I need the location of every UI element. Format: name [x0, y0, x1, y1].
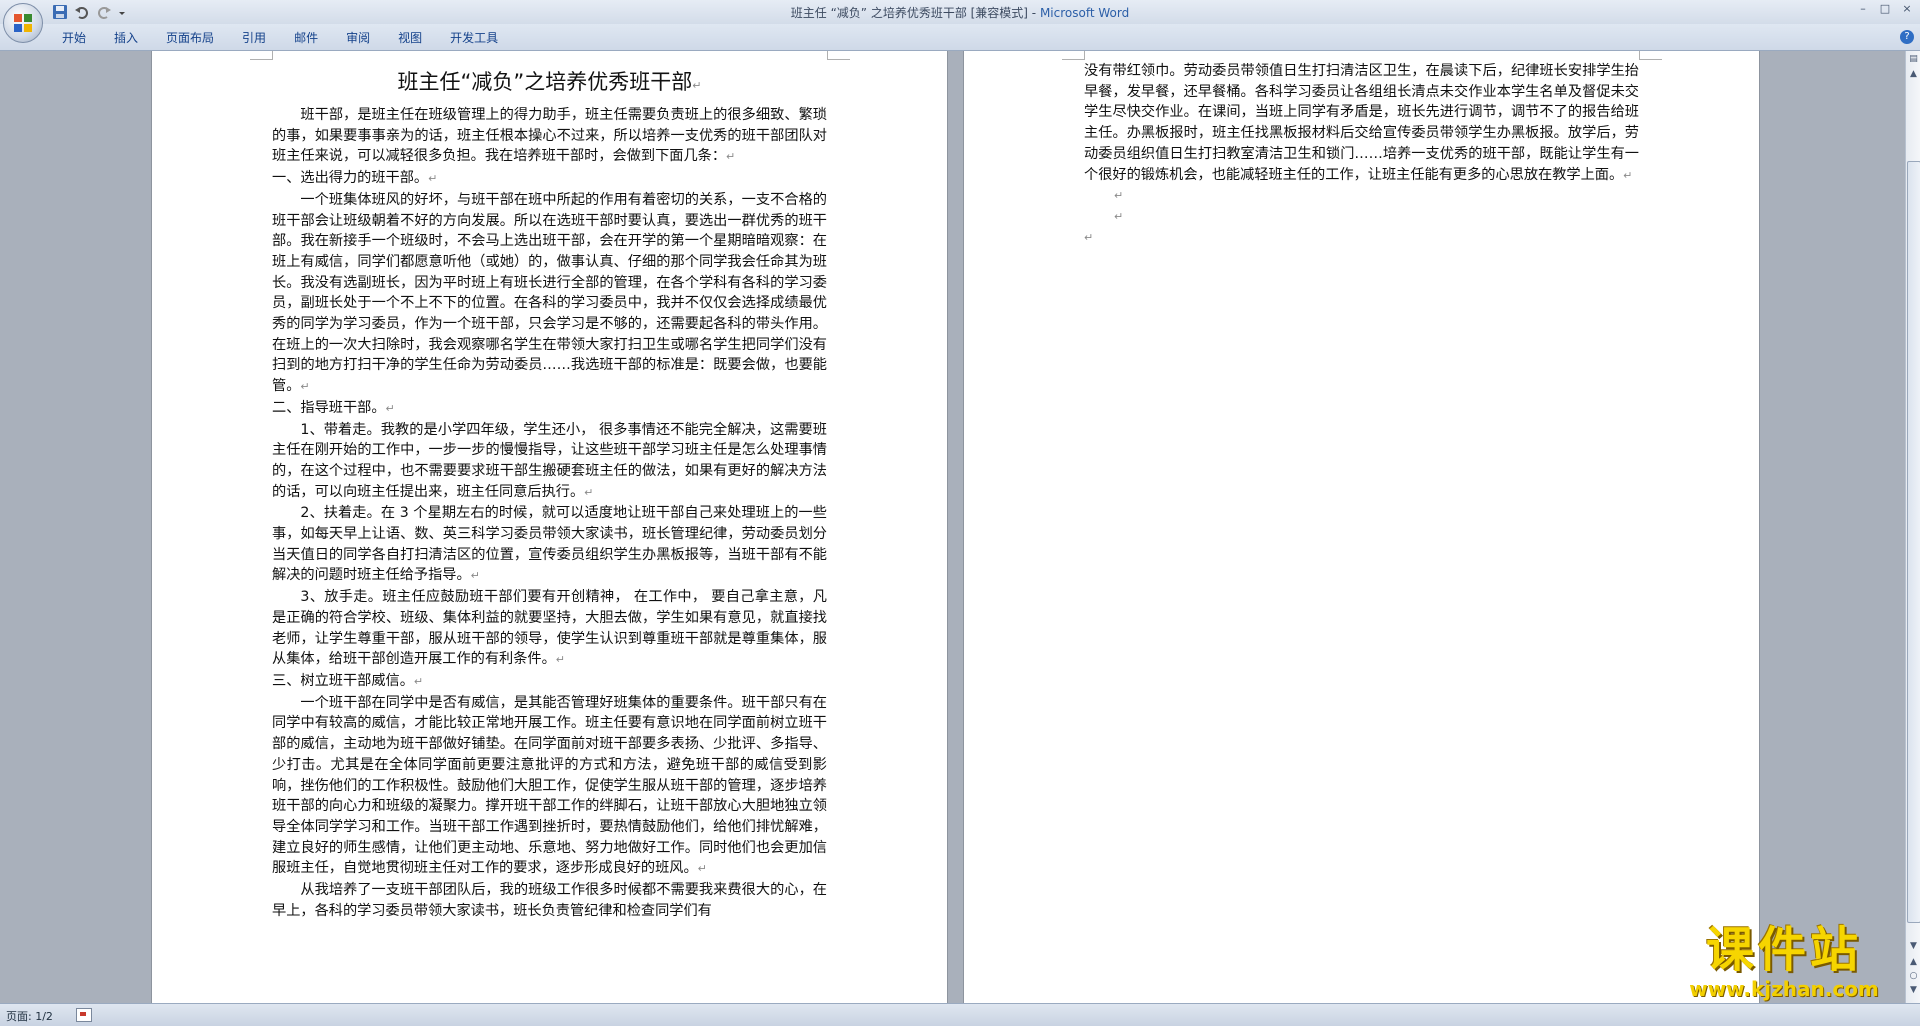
proofing-status-icon[interactable]: [76, 1008, 92, 1022]
paragraph-text: 3、放手走。班主任应鼓励班干部们要有开创精神， 在工作中， 要自己拿主意，凡是正…: [272, 589, 827, 668]
paragraph-mark: ↵: [697, 862, 707, 876]
paragraph-mark: ↵: [726, 150, 736, 164]
crop-mark: [250, 51, 273, 60]
paragraph: 一个班集体班风的好坏，与班干部在班中所起的作用有着密切的关系，一支不合格的班干部…: [272, 190, 827, 398]
paragraph: 3、放手走。班主任应鼓励班干部们要有开创精神， 在工作中， 要自己拿主意，凡是正…: [272, 587, 827, 671]
site-watermark-logo: 课件站 www.kjzhan.com: [1664, 922, 1904, 1002]
document-title-heading: 班主任“减负”之培养优秀班干部↵: [272, 65, 827, 103]
paragraph-mark: ↵: [470, 569, 480, 583]
watermark-url: www.kjzhan.com: [1689, 977, 1879, 1001]
paragraph: 班干部，是班主任在班级管理上的得力助手，班主任需要负责班上的很多细致、繁琐的事，…: [272, 105, 827, 168]
tab-page-layout[interactable]: 页面布局: [152, 29, 228, 47]
status-bar: 页面: 1/2: [0, 1003, 1920, 1026]
close-button[interactable]: ×: [1898, 2, 1916, 16]
ribbon-tab-bar: 开始 插入 页面布局 引用 邮件 审阅 视图 开发工具: [0, 24, 1920, 51]
paragraph-mark: ↵: [385, 401, 395, 415]
window-title: 班主任 “减负” 之培养优秀班干部 [兼容模式] - Microsoft Wor…: [0, 4, 1920, 21]
paragraph: 没有带红领巾。劳动委员带领值日生打扫清洁区卫生，在晨读下后，纪律班长安排学生抬早…: [1084, 61, 1639, 186]
document-area: 班主任“减负”之培养优秀班干部↵ 班干部，是班主任在班级管理上的得力助手，班主任…: [0, 51, 1905, 1003]
crop-mark: [827, 51, 850, 60]
next-page-icon[interactable]: ▼: [1908, 985, 1919, 996]
heading-text: 三、树立班干部威信。: [272, 672, 414, 689]
scroll-down-icon[interactable]: ▼: [1908, 941, 1919, 952]
help-icon[interactable]: ?: [1900, 30, 1914, 44]
paragraph-text: 2、扶着走。在 3 个星期左右的时候，就可以适度地让班干部自己来处理班上的一些事…: [272, 505, 827, 584]
section-heading: 二、指导班干部。↵: [272, 398, 827, 420]
paragraph: 从我培养了一支班干部团队后，我的班级工作很多时候都不需要我来费很大的心，在早上，…: [272, 880, 827, 921]
empty-paragraph-mark: ↵: [1114, 209, 1124, 223]
paragraph-text: 班干部，是班主任在班级管理上的得力助手，班主任需要负责班上的很多细致、繁琐的事，…: [272, 107, 827, 165]
tab-developer[interactable]: 开发工具: [436, 29, 512, 47]
section-heading: 一、选出得力的班干部。↵: [272, 168, 827, 190]
page-2-content[interactable]: 没有带红领巾。劳动委员带领值日生打扫清洁区卫生，在晨读下后，纪律班长安排学生抬早…: [1084, 61, 1639, 248]
ribbon-tabs: 开始 插入 页面布局 引用 邮件 审阅 视图 开发工具: [48, 29, 512, 47]
title-text: 班主任“减负”之培养优秀班干部: [397, 70, 693, 94]
document-title: 班主任 “减负” 之培养优秀班干部 [兼容模式] -: [790, 6, 1040, 20]
paragraph: 2、扶着走。在 3 个星期左右的时候，就可以适度地让班干部自己来处理班上的一些事…: [272, 503, 827, 587]
paragraph: 1、带着走。我教的是小学四年级，学生还小， 很多事情还不能完全解决，这需要班主任…: [272, 420, 827, 504]
previous-page-icon[interactable]: ▲: [1908, 957, 1919, 968]
paragraph-mark: ↵: [692, 79, 702, 92]
select-browse-object-icon[interactable]: ○: [1908, 971, 1919, 982]
document-page-1[interactable]: 班主任“减负”之培养优秀班干部↵ 班干部，是班主任在班级管理上的得力助手，班主任…: [152, 51, 947, 1003]
paragraph-mark: ↵: [413, 674, 424, 688]
paragraph-text: 一个班集体班风的好坏，与班干部在班中所起的作用有着密切的关系，一支不合格的班干部…: [272, 191, 827, 395]
paragraph-text: 没有带红领巾。劳动委员带领值日生打扫清洁区卫生，在晨读下后，纪律班长安排学生抬早…: [1084, 63, 1639, 183]
page-1-content[interactable]: 班主任“减负”之培养优秀班干部↵ 班干部，是班主任在班级管理上的得力助手，班主任…: [272, 65, 827, 921]
empty-paragraph-mark: ↵: [1114, 189, 1124, 203]
paragraph-mark: ↵: [584, 485, 594, 499]
page-count-indicator[interactable]: 页面: 1/2: [6, 1008, 53, 1024]
minimize-button[interactable]: –: [1854, 2, 1872, 16]
crop-mark: [1639, 51, 1662, 60]
paragraph-mark: ↵: [555, 653, 565, 667]
empty-paragraph-mark: ↵: [1084, 230, 1094, 244]
paragraph-mark: ↵: [428, 172, 438, 186]
paragraph-text: 一个班干部在同学中是否有威信，是其能否管理好班集体的重要条件。班干部只有在同学中…: [272, 694, 827, 877]
scroll-thumb[interactable]: [1907, 161, 1920, 923]
office-button[interactable]: [3, 3, 43, 43]
heading-text: 二、指导班干部。: [272, 399, 386, 416]
section-heading: 三、树立班干部威信。↵: [272, 671, 827, 693]
tab-mailings[interactable]: 邮件: [280, 29, 332, 47]
maximize-button[interactable]: □: [1876, 2, 1894, 16]
heading-text: 一、选出得力的班干部。: [272, 170, 429, 187]
paragraph-mark: ↵: [300, 380, 310, 394]
tab-review[interactable]: 审阅: [332, 29, 384, 47]
watermark-title: 课件站: [1705, 922, 1862, 978]
vertical-scrollbar[interactable]: ▤ ▲ ▼ ▲ ○ ▼: [1905, 51, 1920, 1003]
app-name: Microsoft Word: [1039, 6, 1130, 20]
window-controls: – □ ×: [1854, 2, 1916, 16]
ruler-toggle-icon[interactable]: ▤: [1908, 54, 1919, 65]
tab-references[interactable]: 引用: [228, 29, 280, 47]
title-bar: 班主任 “减负” 之培养优秀班干部 [兼容模式] - Microsoft Wor…: [0, 0, 1920, 24]
crop-mark: [1062, 51, 1085, 60]
office-logo-icon: [14, 14, 32, 32]
document-page-2[interactable]: 没有带红领巾。劳动委员带领值日生打扫清洁区卫生，在晨读下后，纪律班长安排学生抬早…: [964, 51, 1759, 1003]
paragraph: 一个班干部在同学中是否有威信，是其能否管理好班集体的重要条件。班干部只有在同学中…: [272, 693, 827, 880]
paragraph-text: 从我培养了一支班干部团队后，我的班级工作很多时候都不需要我来费很大的心，在早上，…: [272, 882, 827, 919]
paragraph-mark: ↵: [1623, 168, 1633, 182]
tab-view[interactable]: 视图: [384, 29, 436, 47]
tab-insert[interactable]: 插入: [100, 29, 152, 47]
tab-home[interactable]: 开始: [48, 29, 100, 47]
paragraph-text: 1、带着走。我教的是小学四年级，学生还小， 很多事情还不能完全解决，这需要班主任…: [272, 421, 827, 500]
scroll-up-icon[interactable]: ▲: [1908, 69, 1919, 80]
